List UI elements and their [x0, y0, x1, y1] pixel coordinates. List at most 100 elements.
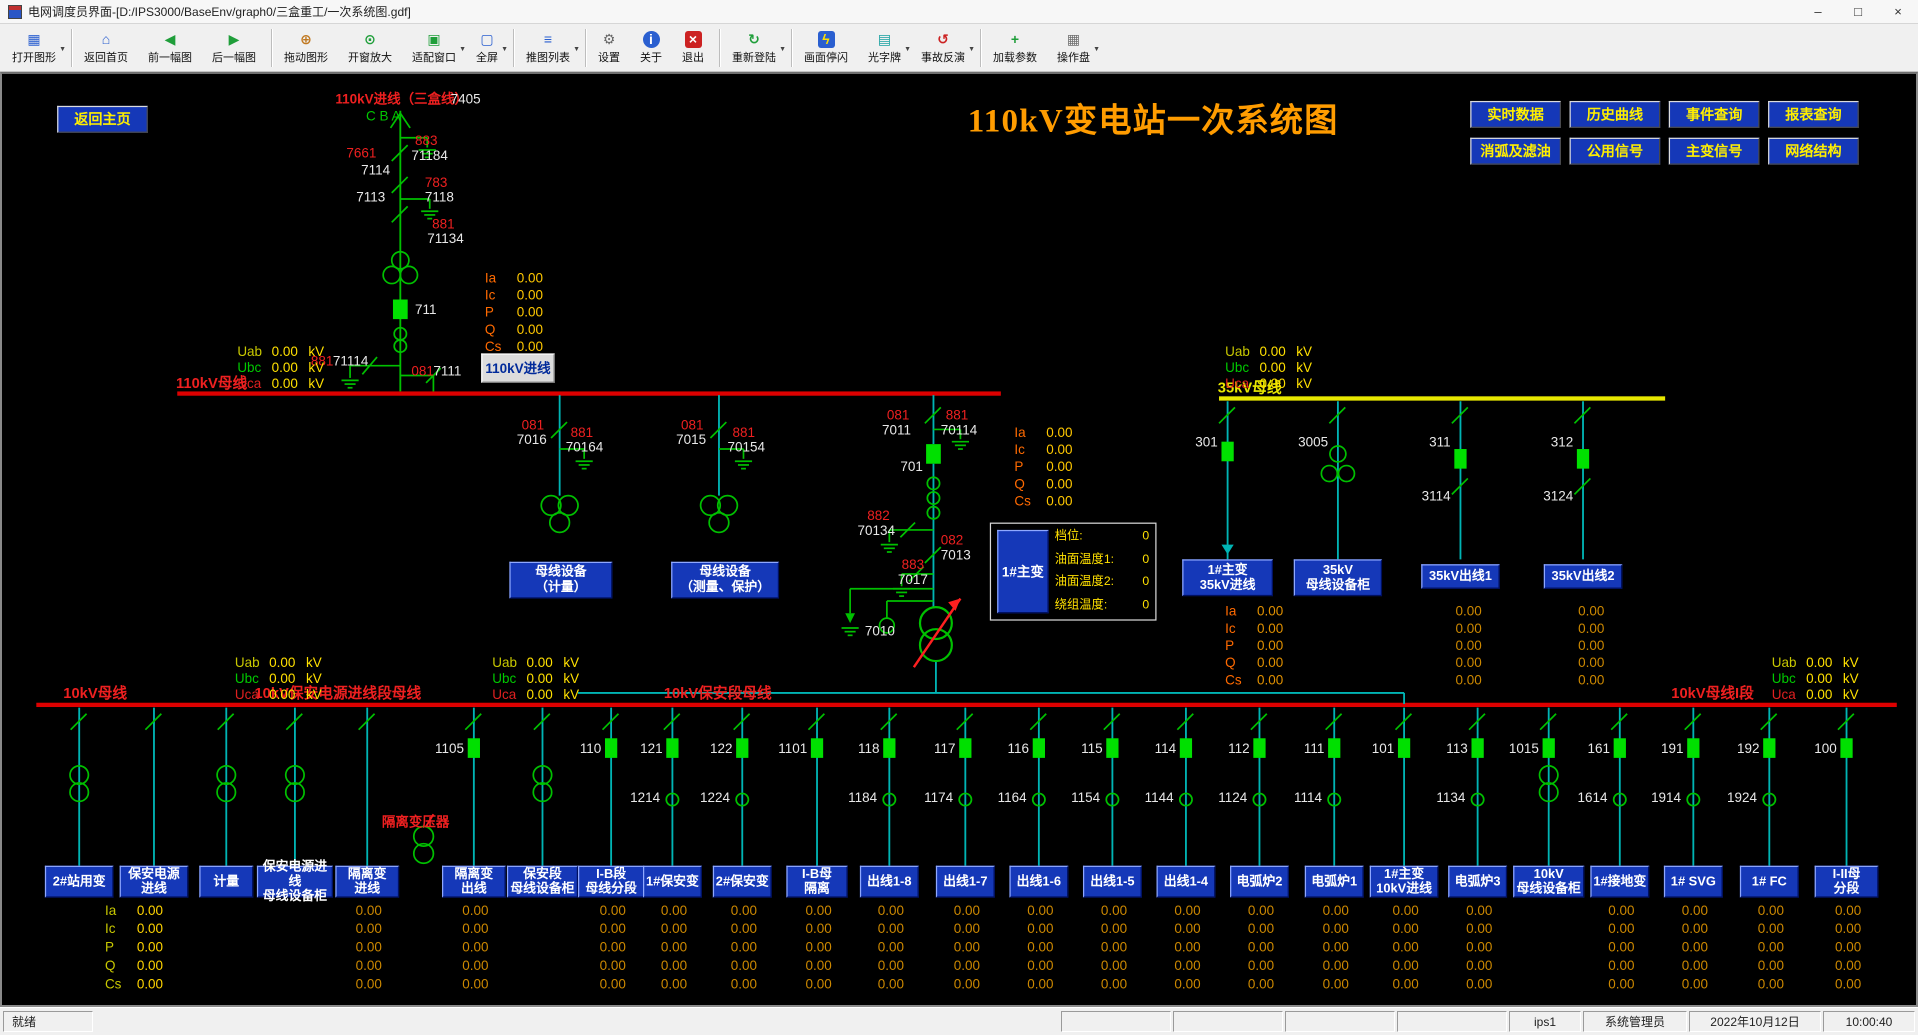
toolbar-button-next[interactable]: ▶后一幅图 [204, 26, 268, 70]
toolbar-separator [719, 29, 721, 67]
toolbar-button-fullscreen[interactable]: ▢全屏▼ [468, 26, 510, 70]
bay-button-7[interactable]: 保安段 母线设备柜 [507, 866, 578, 898]
bus-equipment-metering-button[interactable]: 母线设备 （计量） [509, 562, 612, 599]
bay-button-8[interactable]: I-B段 母线分段 [578, 866, 644, 898]
bay-button-19[interactable]: 1#主变 10kV进线 [1370, 866, 1439, 898]
voltage-label: Ubc [1772, 673, 1796, 686]
measure-value: 0.00 [1174, 960, 1200, 973]
bus-equipment-protection-button[interactable]: 母线设备 （测量、保护） [671, 562, 779, 599]
bay-button-12[interactable]: 出线1-8 [860, 866, 919, 898]
labels-layer: 110kV进线（三盒线）7405C B A8837118476617114711… [2, 74, 1918, 1007]
measure-value: 0.00 [1835, 905, 1861, 918]
measure-value: 0.00 [1257, 623, 1283, 636]
bay-button-17[interactable]: 电弧炉2 [1230, 866, 1289, 898]
toolbar-button-prev[interactable]: ◀前一幅图 [140, 26, 204, 70]
main-transformer-button[interactable]: 1#主变 [997, 530, 1048, 613]
breaker-id: 1164 [998, 792, 1027, 805]
bay-button-20[interactable]: 电弧炉3 [1448, 866, 1507, 898]
bay-button-10[interactable]: 2#保安变 [713, 866, 772, 898]
minimize-button[interactable]: – [1798, 0, 1838, 23]
toolbar-button-fit[interactable]: ▣适配窗口▼ [404, 26, 468, 70]
nav-button-1[interactable]: 实时数据 [1470, 101, 1561, 128]
toolbar-button-light-board[interactable]: ▤光字牌▼ [860, 26, 913, 70]
measure-value: 0.00 [1393, 978, 1419, 991]
bay35-button-2[interactable]: 35kV 母线设备柜 [1294, 559, 1382, 596]
bay-button-18[interactable]: 电弧炉1 [1305, 866, 1364, 898]
measure-value: 0.00 [517, 273, 543, 286]
bay-button-14[interactable]: 出线1-6 [1009, 866, 1068, 898]
toolbar-separator [585, 29, 587, 67]
voltage-unit: kV [563, 657, 579, 670]
nav-button-4[interactable]: 报表查询 [1768, 101, 1859, 128]
bay-button-3[interactable]: 计量 [199, 866, 253, 898]
toolbar-button-replay[interactable]: ↺事故反演▼ [913, 26, 977, 70]
nav-button-3[interactable]: 事件查询 [1669, 101, 1760, 128]
bay-button-9[interactable]: 1#保安变 [643, 866, 702, 898]
measure-value: 0.00 [1323, 942, 1349, 955]
toolbar-button-list[interactable]: ≡推图列表▼ [518, 26, 582, 70]
home-button[interactable]: 返回主页 [57, 106, 148, 133]
bay-button-2[interactable]: 保安电源 进线 [120, 866, 189, 898]
bay-button-23[interactable]: 1# SVG [1664, 866, 1723, 898]
toolbar-button-label: 加载参数 [993, 49, 1037, 65]
maximize-button[interactable]: □ [1838, 0, 1878, 23]
close-button[interactable]: × [1878, 0, 1918, 23]
isolation-transformer-label: 隔离变压器 [382, 817, 449, 830]
incoming-110kv-button[interactable]: 110kV进线 [481, 353, 555, 382]
reading-value: 0 [1142, 600, 1149, 612]
bay-button-25[interactable]: I-II母 分段 [1815, 866, 1879, 898]
nav-button-8[interactable]: 网络结构 [1768, 138, 1859, 165]
measure-label: Q [1225, 657, 1235, 670]
toolbar-button-exit[interactable]: ×退出 [674, 26, 716, 70]
toolbar-button-stop-flash[interactable]: ϟ画面停闪 [796, 26, 860, 70]
bay-button-4[interactable]: 保安电源进线 母线设备柜 [257, 866, 333, 898]
toolbar-button-home[interactable]: ⌂返回首页 [76, 26, 140, 70]
bay-button-13[interactable]: 出线1-7 [936, 866, 995, 898]
toolbar-button-load-params[interactable]: +加载参数 [985, 26, 1049, 70]
voltage-label: Uca [1772, 689, 1796, 702]
measure-value: 0.00 [1248, 978, 1274, 991]
voltage-value: 0.00 [269, 657, 295, 670]
nav-button-2[interactable]: 历史曲线 [1570, 101, 1661, 128]
bay-button-24[interactable]: 1# FC [1740, 866, 1799, 898]
status-panel [1285, 1011, 1395, 1032]
bay35-button-4[interactable]: 35kV出线2 [1544, 564, 1622, 589]
toolbar-button-drag[interactable]: ⊕拖动图形 [276, 26, 340, 70]
toolbar-button-settings[interactable]: ⚙设置 [590, 26, 632, 70]
measure-value: 0.00 [1323, 960, 1349, 973]
bay35-button-1[interactable]: 1#主变 35kV进线 [1182, 559, 1273, 596]
breaker-id: 117 [934, 743, 956, 756]
main-transformer-panel: 1#主变 档位: 0 油面温度1: 0 油面温度2: 0 绕组温度: 0 [990, 523, 1157, 621]
bay-button-16[interactable]: 出线1-4 [1157, 866, 1216, 898]
voltage-label: Ubc [1225, 362, 1249, 375]
status-date: 2022年10月12日 [1689, 1011, 1821, 1032]
nav-button-7[interactable]: 主变信号 [1669, 138, 1760, 165]
bay-button-6[interactable]: 隔离变 出线 [442, 866, 506, 898]
bay-button-21[interactable]: 10kV 母线设备柜 [1513, 866, 1584, 898]
measure-label: Q [485, 324, 495, 337]
status-server: ips1 [1509, 1011, 1581, 1032]
nav-button-5[interactable]: 消弧及滤油 [1470, 138, 1561, 165]
bay-button-22[interactable]: 1#接地变 [1590, 866, 1649, 898]
toolbar-button-relogin[interactable]: ↻重新登陆▼ [724, 26, 788, 70]
nav-button-6[interactable]: 公用信号 [1570, 138, 1661, 165]
measure-value: 0.00 [1835, 960, 1861, 973]
measure-value: 0.00 [1758, 905, 1784, 918]
bay-button-5[interactable]: 隔离变 进线 [335, 866, 399, 898]
voltage-value: 0.00 [1806, 657, 1832, 670]
drag-icon: ⊕ [298, 31, 315, 48]
toolbar-button-op-panel[interactable]: ▦操作盘▼ [1049, 26, 1102, 70]
dropdown-arrow-icon: ▼ [459, 46, 466, 53]
toolbar-button-open-graphic[interactable]: ▦打开图形▼ [4, 26, 68, 70]
breaker-id: 1154 [1071, 792, 1100, 805]
bay35-button-3[interactable]: 35kV出线1 [1421, 564, 1499, 589]
equipment-label: 7015 [676, 434, 706, 447]
toolbar-button-about[interactable]: i关于 [632, 26, 674, 70]
bay-button-11[interactable]: I-B母 隔离 [786, 866, 847, 898]
toolbar-button-label: 设置 [598, 49, 620, 65]
toolbar-button-zoom[interactable]: ⊙开窗放大 [340, 26, 404, 70]
toolbar-button-label: 关于 [640, 49, 662, 65]
equipment-label: 71114 [333, 356, 369, 369]
bay-button-1[interactable]: 2#站用变 [45, 866, 114, 898]
bay-button-15[interactable]: 出线1-5 [1083, 866, 1142, 898]
